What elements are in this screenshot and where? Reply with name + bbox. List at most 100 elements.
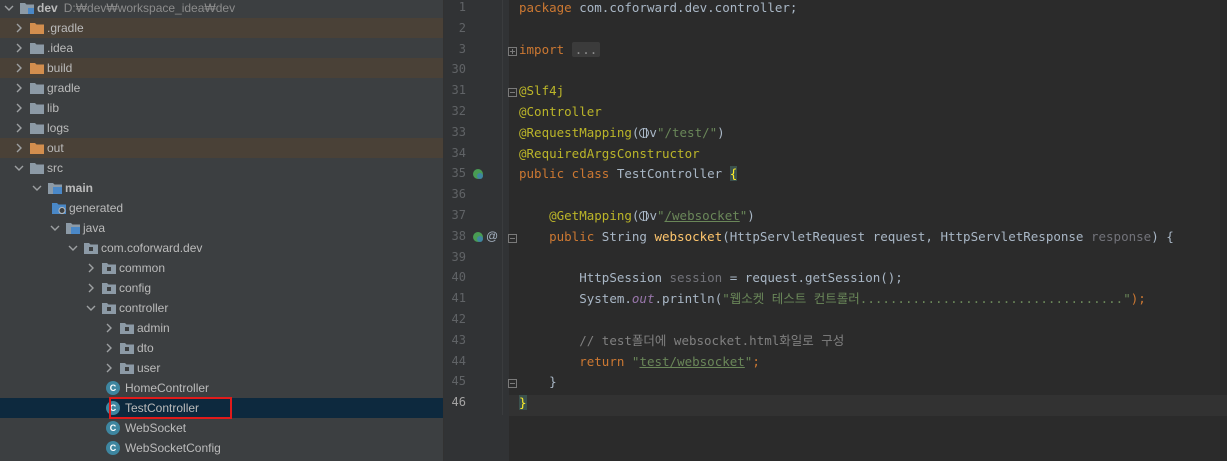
spring-bean-icon[interactable] xyxy=(472,168,484,180)
code-line[interactable]: } xyxy=(519,394,527,415)
code-line[interactable]: @GetMapping(v"/websocket") xyxy=(519,207,755,228)
tree-item[interactable]: out xyxy=(0,138,443,158)
folder-icon xyxy=(30,22,44,34)
fold-toggle-icon[interactable] xyxy=(508,377,517,389)
chevron-down-icon[interactable] xyxy=(4,0,14,18)
chevron-right-icon[interactable] xyxy=(104,338,114,358)
code-token: test/websocket xyxy=(639,353,745,369)
code-token: HttpSession xyxy=(579,270,670,286)
package-icon xyxy=(102,302,116,314)
chevron-right-icon[interactable] xyxy=(14,118,24,138)
chevron-right-icon[interactable] xyxy=(14,38,24,58)
code-token: @RequiredArgsConstructor xyxy=(519,145,700,161)
code-line[interactable]: } xyxy=(519,373,557,394)
tree-item[interactable]: config xyxy=(0,278,443,298)
code-token: package xyxy=(519,0,572,15)
tree-item-label: .gradle xyxy=(47,21,84,35)
code-line[interactable]: @Slf4j xyxy=(519,82,564,103)
code-editor[interactable]: 1 2 3 30 31 32 33 34 35 36 37 38 39 40 41 42 43 44 45 46 @ p… xyxy=(444,0,1227,461)
tree-item[interactable]: C HomeController xyxy=(0,378,443,398)
code-line[interactable]: @RequestMapping(v"/test/") xyxy=(519,124,725,145)
chevron-down-icon[interactable] xyxy=(32,178,42,198)
chevron-right-icon[interactable] xyxy=(14,138,24,158)
line-number: 38 xyxy=(451,228,466,243)
line-number: 37 xyxy=(451,208,466,222)
code-token: websocket xyxy=(654,228,723,244)
chevron-down-icon: v xyxy=(649,208,657,223)
tree-item[interactable]: gradle xyxy=(0,78,443,98)
code-token: ( xyxy=(631,208,640,223)
tree-item[interactable]: lib xyxy=(0,98,443,118)
tree-item[interactable]: build xyxy=(0,58,443,78)
fold-toggle-icon[interactable] xyxy=(508,232,517,243)
tree-item-label: config xyxy=(119,281,152,295)
code-line[interactable]: HttpSession session = request.getSession… xyxy=(519,269,903,290)
chevron-down-icon[interactable] xyxy=(50,218,60,238)
chevron-down-icon[interactable] xyxy=(14,158,24,178)
line-number: 36 xyxy=(451,187,466,202)
chevron-right-icon[interactable] xyxy=(14,78,24,98)
line-number: 35 xyxy=(451,166,466,181)
chevron-right-icon[interactable] xyxy=(14,58,24,78)
globe-icon[interactable] xyxy=(639,127,650,138)
tree-item-label: com.coforward.dev xyxy=(101,241,203,255)
tree-item[interactable]: common xyxy=(0,258,443,278)
chevron-right-icon[interactable] xyxy=(14,98,24,118)
line-number: 46 xyxy=(451,395,466,410)
code-line[interactable]: @Controller xyxy=(519,103,602,124)
code-line[interactable]: System.out.println("웹소켓 테스트 컨트롤러........… xyxy=(519,290,1146,311)
source-folder-icon xyxy=(48,182,62,194)
code-token: " xyxy=(624,353,640,369)
chevron-down-icon[interactable] xyxy=(86,298,96,318)
tree-item[interactable]: admin xyxy=(0,318,443,338)
tree-item[interactable]: dev D:₩dev₩workspace_idea₩dev xyxy=(0,0,443,18)
tree-item[interactable]: .idea xyxy=(0,38,443,58)
project-tree[interactable]: dev D:₩dev₩workspace_idea₩dev .gradle .idea… xyxy=(0,0,443,461)
code-line[interactable]: return "test/websocket"; xyxy=(519,353,760,374)
tree-item[interactable]: src xyxy=(0,158,443,178)
chevron-right-icon[interactable] xyxy=(86,258,96,278)
tree-item[interactable]: com.coforward.dev xyxy=(0,238,443,258)
code-line[interactable]: package com.coforward.dev.controller; xyxy=(519,0,797,20)
folder-icon xyxy=(30,102,44,114)
code-token: /websocket xyxy=(664,208,740,223)
fold-toggle-icon[interactable] xyxy=(508,45,517,56)
project-path: D:₩dev₩workspace_idea₩dev xyxy=(63,1,236,15)
tree-item[interactable]: .gradle xyxy=(0,18,443,38)
chevron-right-icon[interactable] xyxy=(86,278,96,298)
globe-icon[interactable] xyxy=(639,211,650,221)
code-token: System. xyxy=(579,291,632,307)
code-token: response xyxy=(1090,228,1152,244)
tree-item[interactable]: generated xyxy=(0,198,443,218)
tree-item[interactable]: controller xyxy=(0,298,443,318)
tree-item-label: out xyxy=(47,141,64,155)
chevron-right-icon[interactable] xyxy=(104,358,114,378)
tree-item[interactable]: main xyxy=(0,178,443,198)
code-token: ( xyxy=(631,124,640,140)
tree-item-label: admin xyxy=(137,321,170,335)
request-mapping-icon[interactable]: @ xyxy=(486,229,498,243)
package-icon xyxy=(120,342,134,354)
tree-item[interactable]: C WebSocketConfig xyxy=(0,438,443,458)
code-line[interactable]: public String websocket(HttpServletReque… xyxy=(519,228,1174,249)
tree-item-label: logs xyxy=(47,121,70,135)
code-line[interactable]: @RequiredArgsConstructor xyxy=(519,145,700,166)
code-line[interactable]: public class TestController { xyxy=(519,165,738,186)
fold-toggle-icon[interactable] xyxy=(508,86,517,98)
line-number: 30 xyxy=(451,62,466,77)
tree-item[interactable]: java xyxy=(0,218,443,238)
code-token: return xyxy=(579,353,625,369)
spring-bean-icon[interactable] xyxy=(472,231,484,243)
class-icon: C xyxy=(106,381,120,395)
tree-item[interactable]: dto xyxy=(0,338,443,358)
code-line[interactable]: // test폴더에 websocket.html화일로 구성 xyxy=(519,332,844,353)
package-icon xyxy=(84,242,98,254)
chevron-down-icon[interactable] xyxy=(68,238,78,258)
chevron-right-icon[interactable] xyxy=(104,318,114,338)
tree-item[interactable]: C WebSocket xyxy=(0,418,443,438)
chevron-right-icon[interactable] xyxy=(14,18,24,38)
tree-item-label: user xyxy=(137,361,161,375)
code-line[interactable]: import ... xyxy=(519,41,601,62)
tree-item[interactable]: logs xyxy=(0,118,443,138)
tree-item[interactable]: user xyxy=(0,358,443,378)
